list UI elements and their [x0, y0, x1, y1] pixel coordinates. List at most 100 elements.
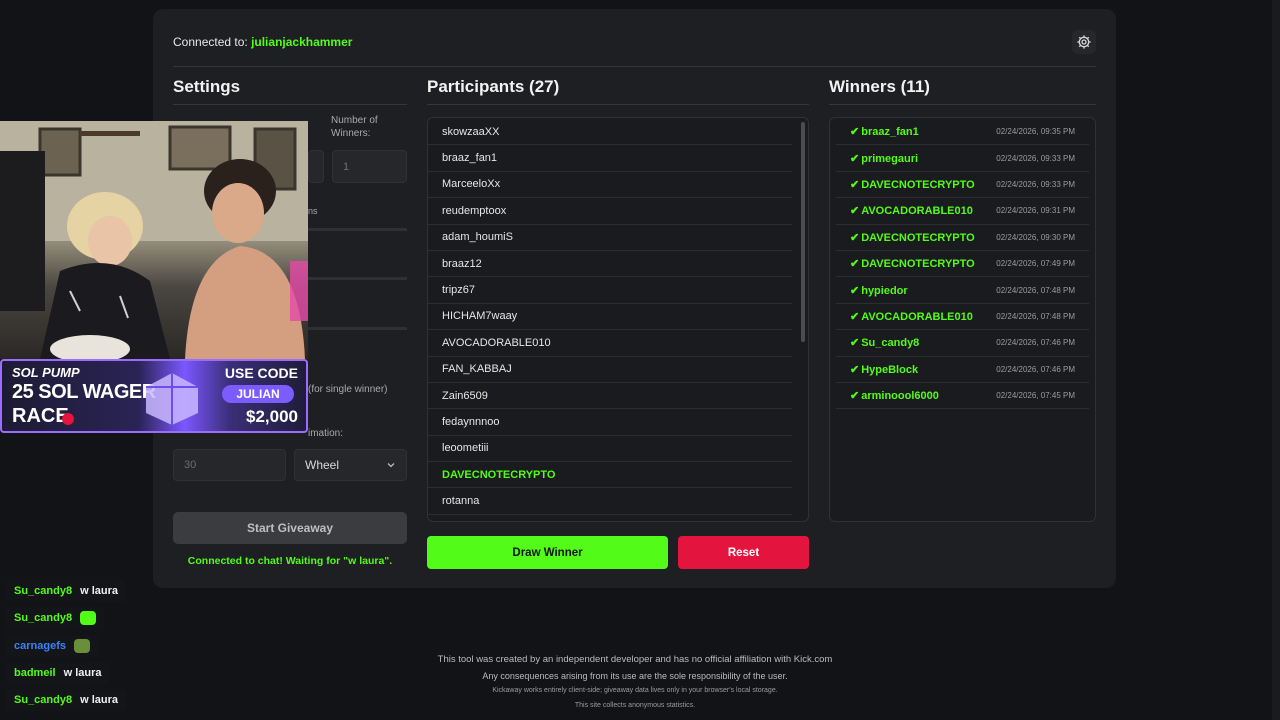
winner-name-text: hypiedor	[861, 284, 908, 297]
winner-name-text: AVOCADORABLE010	[861, 205, 973, 218]
winner-row: ✔ braaz_fan1 02/24/2026, 09:35 PM	[836, 119, 1089, 146]
participant-row[interactable]: tripz67	[428, 277, 792, 304]
participant-row[interactable]: DAVECNOTECRYPTO	[428, 462, 792, 489]
delay-input[interactable]: 30	[173, 449, 286, 481]
participants-divider	[427, 104, 809, 105]
sponsor-banner: SOL PUMP 25 SOL WAGER RACE USE CODE JULI…	[0, 359, 308, 433]
connection-status: Connected to: julianjackhammer	[173, 35, 352, 49]
winner-row: ✔ hypiedor 02/24/2026, 07:48 PM	[836, 277, 1089, 304]
ad-brand: SOL PUMP	[12, 365, 80, 380]
channel-name: julianjackhammer	[251, 35, 353, 49]
input-underline-2[interactable]	[308, 327, 407, 330]
winner-name-text: HypeBlock	[861, 363, 919, 376]
start-giveaway-button[interactable]: Start Giveaway	[173, 512, 407, 544]
winner-row: ✔ DAVECNOTECRYPTO 02/24/2026, 09:33 PM	[836, 172, 1089, 199]
participant-row[interactable]: AVOCADORABLE010	[428, 330, 792, 357]
participant-row[interactable]: MarceeloXx	[428, 172, 792, 199]
participant-row[interactable]: skowzaaXX	[428, 119, 792, 146]
webcam-scene	[0, 121, 308, 359]
winner-name-text: braaz_fan1	[861, 126, 919, 139]
check-icon: ✔	[850, 205, 860, 218]
settings-title: Settings	[173, 77, 241, 96]
winner-time: 02/24/2026, 09:31 PM	[996, 206, 1075, 216]
winner-time: 02/24/2026, 07:46 PM	[996, 338, 1075, 348]
winners-divider	[829, 104, 1096, 105]
chevron-down-icon	[387, 463, 395, 468]
winner-row: ✔ HypeBlock 02/24/2026, 07:46 PM	[836, 357, 1089, 383]
winner-time: 02/24/2026, 09:35 PM	[996, 127, 1075, 137]
check-icon: ✔	[850, 231, 860, 244]
previous-input[interactable]	[308, 150, 324, 183]
winner-time: 02/24/2026, 07:48 PM	[996, 311, 1075, 321]
winner-row: ✔ primegauri 02/24/2026, 09:33 PM	[836, 145, 1089, 172]
participant-row[interactable]: Zain6509	[428, 383, 792, 410]
winners-list[interactable]: ✔ braaz_fan1 02/24/2026, 09:35 PM ✔ primegau…	[829, 117, 1096, 522]
participant-row[interactable]: braaz12	[428, 251, 792, 278]
winner-row: ✔ arminoool6000 02/24/2026, 07:45 PM	[836, 383, 1089, 410]
winner-name: ✔ AVOCADORABLE010	[850, 204, 973, 217]
check-icon: ✔	[850, 390, 860, 403]
emote-icon	[73, 639, 90, 653]
ad-line1: 25 SOL WAGER	[12, 381, 156, 403]
settings-button[interactable]	[1072, 30, 1096, 54]
winner-time: 02/24/2026, 09:33 PM	[996, 179, 1075, 189]
chat-username: carnagefs	[14, 640, 66, 652]
winner-time: 02/24/2026, 09:33 PM	[996, 153, 1075, 163]
chat-message: Su_candy8	[6, 607, 105, 629]
ad-code: JULIAN	[222, 385, 294, 403]
winner-name-text: DAVECNOTECRYPTO	[861, 178, 975, 191]
header-divider	[173, 66, 1096, 67]
winner-time: 02/24/2026, 09:30 PM	[996, 232, 1075, 242]
page-scrollbar[interactable]	[1272, 0, 1280, 720]
winner-name-text: AVOCADORABLE010	[861, 310, 973, 323]
settings-divider	[173, 104, 407, 105]
ad-amount: $2,000	[246, 407, 298, 426]
participant-row[interactable]: adam_houmiS	[428, 225, 792, 251]
animation-select-value: Wheel	[305, 458, 340, 472]
participant-row[interactable]: reudemptoox	[428, 198, 792, 225]
winner-time: 02/24/2026, 07:49 PM	[996, 259, 1075, 269]
chat-username: Su_candy8	[14, 585, 73, 597]
winner-name: ✔ AVOCADORABLE010	[850, 310, 973, 323]
winner-time: 02/24/2026, 07:45 PM	[996, 391, 1075, 401]
winner-name: ✔ Su_candy8	[850, 336, 919, 349]
reset-button[interactable]: Reset	[678, 536, 809, 569]
winner-row: ✔ DAVECNOTECRYPTO 02/24/2026, 09:30 PM	[836, 225, 1089, 251]
single-winner-label: (for single winner)	[308, 384, 388, 395]
winner-name: ✔ primegauri	[850, 152, 918, 165]
connected-label: Connected to:	[173, 35, 248, 49]
num-winners-input[interactable]: 1	[332, 150, 407, 183]
participant-row[interactable]: braaz_fan1	[428, 145, 792, 172]
cube-icon	[146, 373, 198, 425]
chat-status: Connected to chat! Waiting for "w laura"…	[187, 555, 393, 567]
winner-name: ✔ braaz_fan1	[850, 125, 919, 138]
check-icon: ✔	[850, 363, 860, 376]
winner-name-text: primegauri	[861, 152, 919, 165]
participant-row[interactable]: leoometiii	[428, 436, 792, 463]
animation-select[interactable]: Wheel	[294, 449, 407, 481]
winner-name-text: Su_candy8	[861, 337, 920, 350]
ad-use-code: USE CODE	[224, 365, 298, 381]
ad-logo-icon	[142, 371, 202, 427]
participant-row[interactable]: rotanna	[428, 488, 792, 515]
footer-line-3: Kickaway works entirely client-side; giv…	[492, 687, 778, 694]
footer-line-4: This site collects anonymous statistics.	[574, 702, 696, 709]
draw-winner-button[interactable]: Draw Winner	[427, 536, 668, 569]
participant-row[interactable]: fedaynnnoo	[428, 409, 792, 436]
winner-name: ✔ DAVECNOTECRYPTO	[850, 178, 975, 191]
participant-row[interactable]: FAN_KABBAJ	[428, 357, 792, 383]
chat-message: Su_candy8 w laura	[6, 580, 126, 602]
partial-label: ns	[308, 206, 318, 216]
live-dot-icon	[62, 413, 74, 425]
winner-row: ✔ AVOCADORABLE010 02/24/2026, 09:31 PM	[836, 198, 1089, 225]
winner-name: ✔ hypiedor	[850, 284, 908, 297]
winner-time: 02/24/2026, 07:46 PM	[996, 364, 1075, 374]
participants-scrollbar[interactable]	[801, 122, 805, 342]
input-underline[interactable]	[308, 277, 407, 280]
chat-text: w laura	[80, 585, 118, 597]
participant-row[interactable]: HICHAM7waay	[428, 304, 792, 331]
check-icon: ✔	[850, 126, 860, 139]
check-icon: ✔	[850, 178, 860, 191]
slider-track[interactable]	[308, 228, 407, 231]
participants-list[interactable]: skowzaaXX braaz_fan1 MarceeloXx reudemptoox…	[427, 117, 809, 522]
